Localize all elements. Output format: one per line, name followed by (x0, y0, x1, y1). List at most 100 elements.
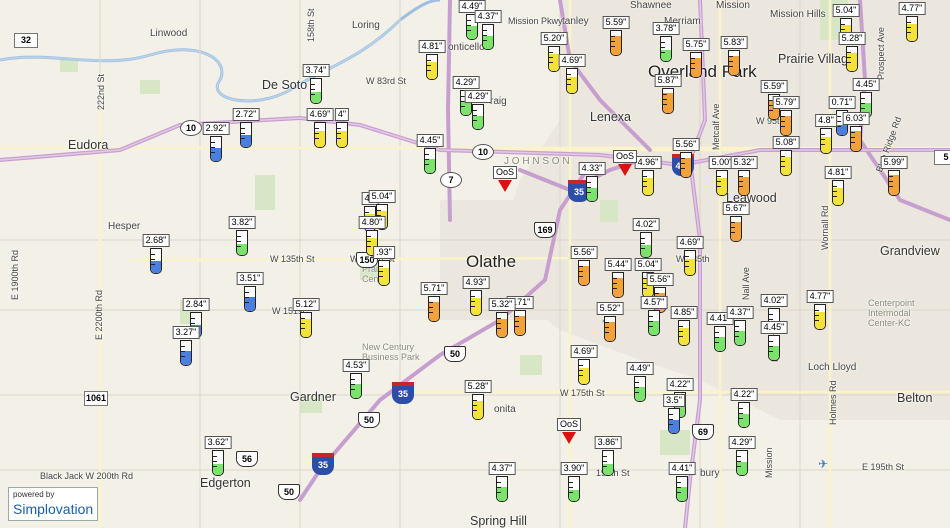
place-label-linwood: Linwood (150, 28, 188, 39)
rain-gauge-marker[interactable]: 4.77" (892, 2, 932, 62)
route-shield-co: 32 (14, 33, 38, 48)
rain-gauge-marker[interactable]: 4.33" (572, 162, 612, 222)
rain-tube-icon (728, 50, 740, 76)
rain-tube-icon (300, 312, 312, 338)
rain-gauge-marker[interactable]: 3.27" (166, 326, 206, 386)
rain-tube-icon (482, 24, 494, 50)
road-label-158th: 158th St (306, 8, 316, 42)
rainfall-value: 4.45" (852, 78, 880, 91)
rain-tube-icon (426, 54, 438, 80)
road-label-metcalf: Metcalf Ave (711, 103, 721, 150)
rain-gauge-marker[interactable]: 5.87" (648, 74, 688, 134)
rain-gauge-marker[interactable]: 3.86" (588, 436, 628, 496)
rain-gauge-marker[interactable]: 6.03" (836, 112, 876, 172)
rain-gauge-marker[interactable]: 4.69" (564, 345, 604, 405)
rain-gauge-marker[interactable]: 5.59" (596, 16, 636, 76)
rain-tube-icon (350, 373, 362, 399)
oos-label: OoS (492, 166, 518, 179)
rain-gauge-marker[interactable]: 5.28" (458, 380, 498, 440)
rain-gauge-marker[interactable]: 4.69" (552, 54, 592, 114)
rain-gauge-marker[interactable]: 5.67" (716, 202, 756, 262)
rainfall-value: 2.92" (202, 122, 230, 135)
rain-gauge-marker[interactable]: 5.83" (714, 36, 754, 96)
rain-gauge-marker[interactable]: 4.45" (410, 134, 450, 194)
rain-gauge-marker[interactable]: .93" (364, 246, 404, 306)
place-label-lochlloyd: Loch Lloyd (808, 362, 857, 373)
rain-tube-icon (648, 310, 660, 336)
rain-tube-icon (472, 104, 484, 130)
rain-gauge-marker[interactable]: 4.85" (664, 306, 704, 366)
rain-gauge-marker[interactable]: 4.37" (482, 462, 522, 522)
rain-gauge-marker[interactable]: 4.37" (468, 10, 508, 70)
rain-gauge-marker[interactable]: 4.81" (818, 166, 858, 226)
rainfall-value: 3.51" (236, 272, 264, 285)
rain-tube-icon (472, 394, 484, 420)
place-label-grandview: Grandview (880, 244, 940, 258)
rainfall-value: 4.80" (358, 216, 386, 229)
rain-tube-icon (640, 232, 652, 258)
rain-gauge-marker[interactable]: 5.71" (414, 282, 454, 342)
road-label-2200: E 2200th Rd (94, 289, 104, 340)
rain-gauge-marker[interactable]: 5.32" (482, 298, 522, 358)
rainfall-value: 4.77" (898, 2, 926, 15)
road-label-prospect: Prospect Ave (876, 27, 886, 80)
rain-tube-icon (496, 476, 508, 502)
rain-tube-icon (180, 340, 192, 366)
rainfall-value: 5.08" (772, 136, 800, 149)
rainfall-value: 3.5" (663, 394, 685, 407)
rain-tube-icon (236, 230, 248, 256)
rain-gauge-marker[interactable]: 5.56" (666, 138, 706, 198)
rain-gauge-marker[interactable]: 4.53" (336, 359, 376, 419)
route-shield-us: 169 (534, 222, 556, 238)
rain-gauge-marker[interactable]: 3.90" (554, 462, 594, 522)
rain-tube-icon (610, 30, 622, 56)
out-of-service-marker[interactable]: OoS (554, 418, 584, 448)
rain-gauge-marker[interactable]: 4.41" (662, 462, 702, 522)
out-of-service-marker[interactable]: OoS (490, 166, 520, 196)
warning-triangle-icon (562, 432, 576, 444)
rainfall-value: 4.45" (416, 134, 444, 147)
route-shield-co: 5 (934, 150, 950, 165)
rain-tube-icon (738, 402, 750, 428)
rain-gauge-marker[interactable]: 5.12" (286, 298, 326, 358)
rainfall-value: 5.56" (672, 138, 700, 151)
rain-tube-icon (662, 88, 674, 114)
rain-tube-icon (780, 110, 792, 136)
rain-gauge-marker[interactable]: 3.82" (222, 216, 262, 276)
rain-gauge-marker[interactable]: 2.92" (196, 122, 236, 182)
out-of-service-marker[interactable]: OoS (610, 150, 640, 180)
rain-gauge-marker[interactable]: 3.62" (198, 436, 238, 496)
road-label-200th: Black Jack W 200th Rd (40, 471, 134, 481)
rain-gauge-marker[interactable]: 4.45" (754, 321, 794, 381)
rainfall-value: 4.93" (462, 276, 490, 289)
simplovation-logo[interactable]: powered by Simplovation (8, 487, 98, 521)
rain-tube-icon (730, 216, 742, 242)
rainfall-value: 5.04" (634, 258, 662, 271)
rain-gauge-marker[interactable]: 4.77" (800, 290, 840, 350)
rain-gauge-marker[interactable]: 2.68" (136, 234, 176, 294)
rainfall-value: 3.62" (204, 436, 232, 449)
rain-tube-icon (736, 450, 748, 476)
rain-gauge-marker[interactable]: 3.5" (654, 394, 694, 454)
place-label-centerpoint: Centerpoint Intermodal Center-KC (868, 298, 915, 328)
rainfall-value: 4.69" (676, 236, 704, 249)
rainfall-value: 4.77" (806, 290, 834, 303)
rain-tube-icon (642, 170, 654, 196)
rain-gauge-map[interactable]: ✈ ✈ EudoraLinwoodLoringDe SotoLenexaOver… (0, 0, 950, 528)
rain-gauge-marker[interactable]: 5.08" (766, 136, 806, 196)
road-label-83rd: W 83rd St (366, 76, 407, 86)
rainfall-value: 5.59" (760, 80, 788, 93)
rainfall-value: 5.28" (464, 380, 492, 393)
rain-gauge-marker[interactable]: 4" (322, 108, 362, 168)
powered-by-label: powered by (13, 490, 55, 499)
rain-gauge-marker[interactable]: 4.29" (458, 90, 498, 150)
rain-tube-icon (676, 476, 688, 502)
rain-gauge-marker[interactable]: 3.51" (230, 272, 270, 332)
place-label-belton: Belton (897, 391, 933, 405)
rainfall-value: 5.67" (722, 202, 750, 215)
rainfall-value: 4.45" (760, 321, 788, 334)
rain-gauge-marker[interactable]: 4.29" (722, 436, 762, 496)
rain-tube-icon (586, 176, 598, 202)
rainfall-value: 5.59" (602, 16, 630, 29)
rain-gauge-marker[interactable]: 5.99" (874, 156, 914, 216)
